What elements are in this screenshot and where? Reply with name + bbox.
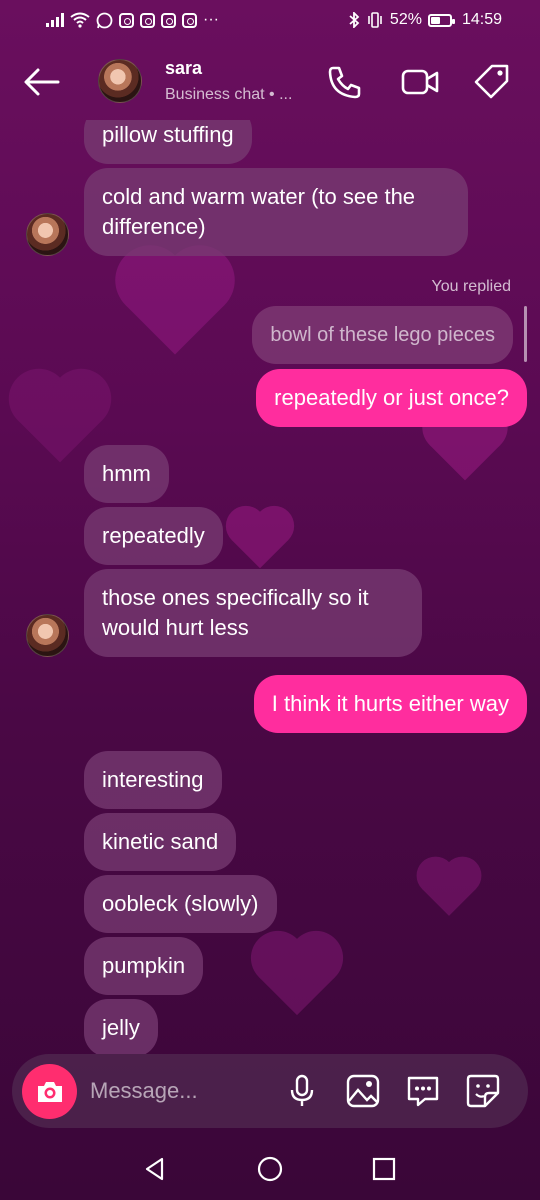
incoming-message[interactable]: pillow stuffing [84,120,252,164]
outgoing-message[interactable]: I think it hurts either way [253,675,527,733]
incoming-message[interactable]: pumpkin [84,937,204,995]
instagram-notification-icon [140,12,155,28]
sender-avatar[interactable] [26,213,69,256]
battery-icon [427,13,455,27]
instagram-notification-icon [119,12,134,28]
incoming-message[interactable]: repeatedly [84,507,223,565]
clock: 14:59 [461,11,502,28]
sender-avatar[interactable] [26,614,69,657]
message-input[interactable] [90,1072,280,1110]
phone-call-icon[interactable] [325,62,365,102]
back-arrow-icon[interactable] [22,64,62,100]
contact-subtitle: Business chat • ... [165,86,293,103]
whatsapp-icon [96,12,113,28]
gallery-icon[interactable] [345,1073,381,1109]
home-nav-icon[interactable] [255,1154,285,1184]
status-bar: ··· 52% 14:59 [0,0,540,40]
microphone-icon[interactable] [284,1073,320,1109]
camera-icon [37,1081,62,1102]
incoming-message[interactable]: those ones specifically so it would hurt… [84,569,422,657]
chat-header: sara Business chat • ... [0,44,540,120]
instagram-notification-icon [161,12,176,28]
back-nav-icon[interactable] [140,1154,170,1184]
reply-indicator-bar [524,306,527,362]
bluetooth-icon [349,12,360,28]
system-navigation-bar [0,1138,540,1200]
contact-name[interactable]: sara [165,58,202,79]
incoming-message[interactable]: oobleck (slowly) [84,875,277,933]
vibrate-icon [368,12,382,28]
contact-avatar[interactable] [98,59,142,103]
video-call-icon[interactable] [400,62,440,102]
sticker-icon[interactable] [465,1073,501,1109]
cell-signal-icon [46,13,64,27]
incoming-message[interactable]: interesting [84,751,222,809]
more-notifications-dots: ··· [203,11,219,28]
quoted-message[interactable]: bowl of these lego pieces [252,306,513,364]
chat-bubble-icon[interactable] [405,1073,441,1109]
camera-button[interactable] [22,1064,77,1119]
replied-label: You replied [431,278,511,295]
message-thread[interactable]: pillow stuffing cold and warm water (to … [0,120,540,1054]
incoming-message[interactable]: cold and warm water (to see the differen… [84,168,468,256]
wifi-icon [70,12,90,28]
tag-icon[interactable] [472,62,512,102]
outgoing-message[interactable]: repeatedly or just once? [256,369,527,427]
incoming-message[interactable]: hmm [84,445,169,503]
incoming-message[interactable]: kinetic sand [84,813,237,871]
recents-nav-icon[interactable] [369,1154,399,1184]
instagram-notification-icon [182,12,197,28]
incoming-message[interactable]: jelly [84,999,158,1054]
battery-percent: 52% [389,11,422,28]
message-composer [12,1054,528,1128]
